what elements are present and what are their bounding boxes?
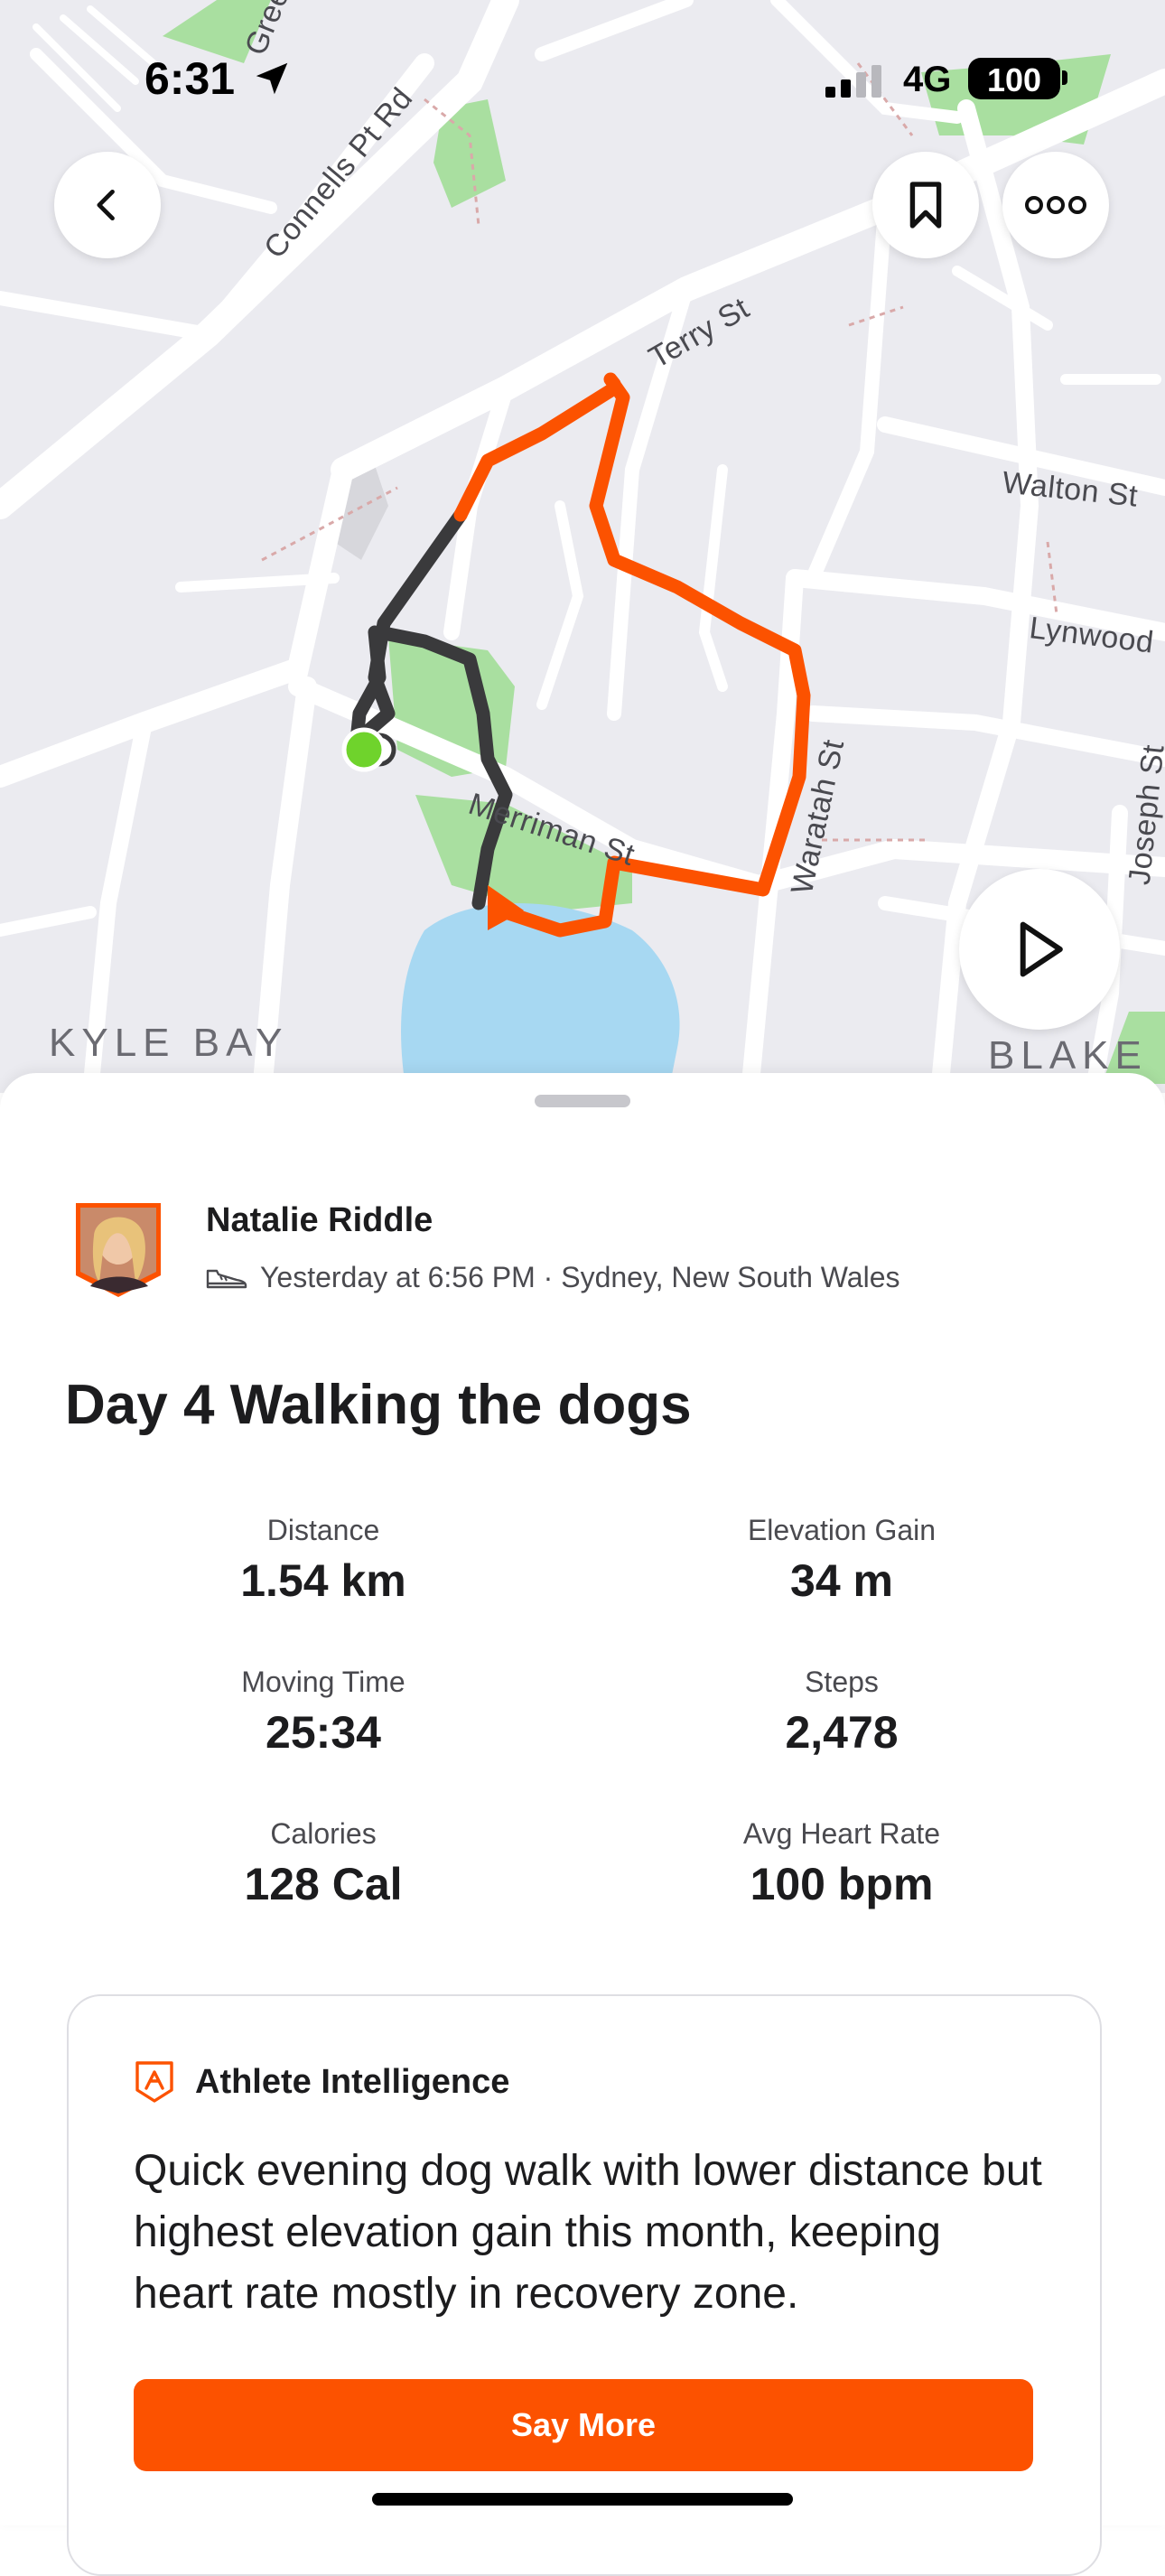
- more-icon: [1025, 196, 1086, 214]
- sheet-grabber[interactable]: [535, 1095, 630, 1107]
- chevron-left-icon: [97, 189, 115, 221]
- location-arrow-icon: [256, 62, 288, 95]
- area-label-kyle-bay: KYLE BAY: [49, 1021, 289, 1065]
- stat-calories: Calories 128 Cal: [98, 1815, 549, 1911]
- shoe-icon: [206, 1269, 247, 1288]
- stat-label: Moving Time: [241, 1666, 405, 1698]
- stat-distance: Distance 1.54 km: [98, 1512, 549, 1608]
- home-indicator[interactable]: [372, 2493, 793, 2506]
- stat-label: Steps: [805, 1666, 879, 1698]
- play-flyover-button[interactable]: [959, 869, 1120, 1030]
- bookmark-button[interactable]: [872, 152, 979, 258]
- activity-meta: Yesterday at 6:56 PM · Sydney, New South…: [206, 1261, 900, 1294]
- status-time: 6:31: [144, 53, 236, 104]
- athlete-intelligence-card: Athlete Intelligence Quick evening dog w…: [67, 1994, 1102, 2576]
- athlete-intelligence-icon: [135, 2061, 173, 2103]
- stat-label: Calories: [270, 1817, 377, 1850]
- stat-elevation-gain: Elevation Gain 34 m: [616, 1512, 1067, 1608]
- athlete-name[interactable]: Natalie Riddle: [206, 1201, 433, 1240]
- stat-moving-time: Moving Time 25:34: [98, 1664, 549, 1759]
- athlete-avatar[interactable]: [72, 1199, 164, 1299]
- battery-level: 100: [986, 61, 1042, 98]
- network-type: 4G: [903, 60, 952, 99]
- athlete-intelligence-header: Athlete Intelligence: [134, 2059, 509, 2105]
- back-button[interactable]: [54, 152, 161, 258]
- stat-label: Elevation Gain: [747, 1514, 937, 1546]
- bookmark-icon: [909, 182, 942, 229]
- athlete-intelligence-heading: Athlete Intelligence: [195, 2062, 510, 2101]
- stat-avg-heart-rate: Avg Heart Rate 100 bpm: [616, 1815, 1067, 1911]
- stat-value: 100 bpm: [750, 1859, 934, 1909]
- play-icon: [1020, 921, 1063, 977]
- stat-value: 128 Cal: [244, 1859, 403, 1909]
- stat-label: Avg Heart Rate: [742, 1817, 941, 1850]
- stat-value: 34 m: [790, 1555, 893, 1606]
- cellular-signal-icon: [825, 65, 881, 98]
- activity-date-location: Yesterday at 6:56 PM · Sydney, New South…: [260, 1261, 900, 1293]
- more-options-button[interactable]: [1002, 152, 1109, 258]
- area-label-blake: BLAKE: [988, 1033, 1148, 1078]
- battery-cap: [1062, 70, 1067, 85]
- stat-label: Distance: [266, 1514, 380, 1546]
- stat-value: 2,478: [785, 1707, 899, 1758]
- athlete-intelligence-summary: Quick evening dog walk with lower distan…: [134, 2147, 1042, 2318]
- activity-title: Day 4 Walking the dogs: [65, 1374, 692, 1436]
- stat-value: 25:34: [266, 1707, 381, 1758]
- battery-icon: 100: [968, 58, 1060, 99]
- stat-value: 1.54 km: [240, 1555, 406, 1606]
- stat-steps: Steps 2,478: [616, 1664, 1067, 1759]
- activity-sheet: Natalie Riddle Yesterday at 6:56 PM · Sy…: [0, 1073, 1165, 2576]
- say-more-button[interactable]: Say More: [134, 2379, 1033, 2471]
- route-map[interactable]: Connells Pt Rd Terry St Walton St Lynwoo…: [0, 0, 1165, 1093]
